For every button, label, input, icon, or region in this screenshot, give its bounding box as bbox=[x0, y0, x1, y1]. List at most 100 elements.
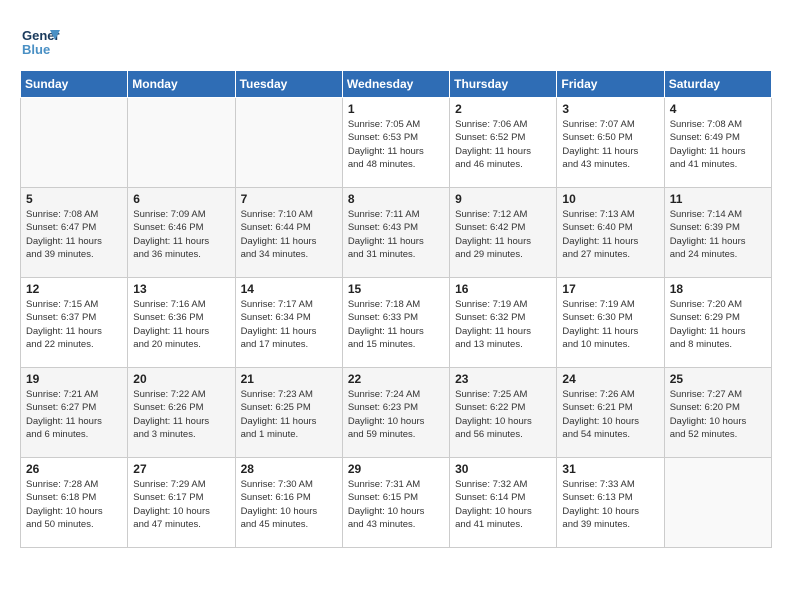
day-cell: 6 Sunrise: 7:09 AM Sunset: 6:46 PM Daylig… bbox=[128, 188, 235, 278]
day-number: 21 bbox=[241, 372, 337, 386]
day-number: 4 bbox=[670, 102, 766, 116]
day-cell bbox=[21, 98, 128, 188]
day-number: 3 bbox=[562, 102, 658, 116]
day-number: 15 bbox=[348, 282, 444, 296]
day-cell: 19 Sunrise: 7:21 AM Sunset: 6:27 PM Dayli… bbox=[21, 368, 128, 458]
day-info: Sunrise: 7:19 AM Sunset: 6:30 PM Dayligh… bbox=[562, 298, 658, 351]
day-number: 12 bbox=[26, 282, 122, 296]
day-number: 26 bbox=[26, 462, 122, 476]
day-number: 25 bbox=[670, 372, 766, 386]
day-cell: 11Sunrise: 7:14 AM Sunset: 6:39 PM Dayli… bbox=[664, 188, 771, 278]
day-number: 9 bbox=[455, 192, 551, 206]
day-info: Sunrise: 7:08 AM Sunset: 6:47 PM Dayligh… bbox=[26, 208, 122, 261]
day-number: 6 bbox=[133, 192, 229, 206]
day-info: Sunrise: 7:20 AM Sunset: 6:29 PM Dayligh… bbox=[670, 298, 766, 351]
day-info: Sunrise: 7:16 AM Sunset: 6:36 PM Dayligh… bbox=[133, 298, 229, 351]
day-number: 2 bbox=[455, 102, 551, 116]
day-number: 30 bbox=[455, 462, 551, 476]
day-cell: 24 Sunrise: 7:26 AM Sunset: 6:21 PM Dayli… bbox=[557, 368, 664, 458]
day-number: 7 bbox=[241, 192, 337, 206]
day-cell bbox=[664, 458, 771, 548]
col-header-tuesday: Tuesday bbox=[235, 71, 342, 98]
day-cell: 16Sunrise: 7:19 AM Sunset: 6:32 PM Dayli… bbox=[450, 278, 557, 368]
day-number: 19 bbox=[26, 372, 122, 386]
day-info: Sunrise: 7:32 AM Sunset: 6:14 PM Dayligh… bbox=[455, 478, 551, 531]
day-cell: 3 Sunrise: 7:07 AM Sunset: 6:50 PM Daylig… bbox=[557, 98, 664, 188]
week-row-5: 26 Sunrise: 7:28 AM Sunset: 6:18 PM Dayli… bbox=[21, 458, 772, 548]
day-number: 17 bbox=[562, 282, 658, 296]
day-info: Sunrise: 7:10 AM Sunset: 6:44 PM Dayligh… bbox=[241, 208, 337, 261]
day-info: Sunrise: 7:28 AM Sunset: 6:18 PM Dayligh… bbox=[26, 478, 122, 531]
day-cell: 15 Sunrise: 7:18 AM Sunset: 6:33 PM Dayli… bbox=[342, 278, 449, 368]
week-row-3: 12 Sunrise: 7:15 AM Sunset: 6:37 PM Dayli… bbox=[21, 278, 772, 368]
day-number: 5 bbox=[26, 192, 122, 206]
day-info: Sunrise: 7:09 AM Sunset: 6:46 PM Dayligh… bbox=[133, 208, 229, 261]
day-info: Sunrise: 7:26 AM Sunset: 6:21 PM Dayligh… bbox=[562, 388, 658, 441]
day-info: Sunrise: 7:13 AM Sunset: 6:40 PM Dayligh… bbox=[562, 208, 658, 261]
logo-icon: General Blue bbox=[20, 20, 60, 60]
day-cell: 4 Sunrise: 7:08 AM Sunset: 6:49 PM Daylig… bbox=[664, 98, 771, 188]
day-info: Sunrise: 7:08 AM Sunset: 6:49 PM Dayligh… bbox=[670, 118, 766, 171]
col-header-wednesday: Wednesday bbox=[342, 71, 449, 98]
svg-text:Blue: Blue bbox=[22, 42, 50, 57]
day-info: Sunrise: 7:18 AM Sunset: 6:33 PM Dayligh… bbox=[348, 298, 444, 351]
day-number: 10 bbox=[562, 192, 658, 206]
day-cell bbox=[235, 98, 342, 188]
day-info: Sunrise: 7:15 AM Sunset: 6:37 PM Dayligh… bbox=[26, 298, 122, 351]
day-info: Sunrise: 7:29 AM Sunset: 6:17 PM Dayligh… bbox=[133, 478, 229, 531]
day-cell: 1 Sunrise: 7:05 AM Sunset: 6:53 PM Daylig… bbox=[342, 98, 449, 188]
col-header-thursday: Thursday bbox=[450, 71, 557, 98]
day-cell: 31 Sunrise: 7:33 AM Sunset: 6:13 PM Dayli… bbox=[557, 458, 664, 548]
day-info: Sunrise: 7:33 AM Sunset: 6:13 PM Dayligh… bbox=[562, 478, 658, 531]
day-cell: 22Sunrise: 7:24 AM Sunset: 6:23 PM Dayli… bbox=[342, 368, 449, 458]
day-info: Sunrise: 7:22 AM Sunset: 6:26 PM Dayligh… bbox=[133, 388, 229, 441]
week-row-2: 5 Sunrise: 7:08 AM Sunset: 6:47 PM Daylig… bbox=[21, 188, 772, 278]
day-cell: 9Sunrise: 7:12 AM Sunset: 6:42 PM Daylig… bbox=[450, 188, 557, 278]
day-number: 20 bbox=[133, 372, 229, 386]
day-number: 27 bbox=[133, 462, 229, 476]
day-number: 24 bbox=[562, 372, 658, 386]
page-header: General Blue bbox=[20, 20, 772, 60]
week-row-4: 19 Sunrise: 7:21 AM Sunset: 6:27 PM Dayli… bbox=[21, 368, 772, 458]
day-number: 13 bbox=[133, 282, 229, 296]
day-number: 18 bbox=[670, 282, 766, 296]
day-info: Sunrise: 7:17 AM Sunset: 6:34 PM Dayligh… bbox=[241, 298, 337, 351]
day-info: Sunrise: 7:31 AM Sunset: 6:15 PM Dayligh… bbox=[348, 478, 444, 531]
col-header-sunday: Sunday bbox=[21, 71, 128, 98]
logo: General Blue bbox=[20, 20, 64, 60]
day-cell: 12 Sunrise: 7:15 AM Sunset: 6:37 PM Dayli… bbox=[21, 278, 128, 368]
day-info: Sunrise: 7:23 AM Sunset: 6:25 PM Dayligh… bbox=[241, 388, 337, 441]
day-info: Sunrise: 7:27 AM Sunset: 6:20 PM Dayligh… bbox=[670, 388, 766, 441]
day-cell: 25 Sunrise: 7:27 AM Sunset: 6:20 PM Dayli… bbox=[664, 368, 771, 458]
day-number: 16 bbox=[455, 282, 551, 296]
day-cell: 30 Sunrise: 7:32 AM Sunset: 6:14 PM Dayli… bbox=[450, 458, 557, 548]
day-info: Sunrise: 7:30 AM Sunset: 6:16 PM Dayligh… bbox=[241, 478, 337, 531]
day-number: 14 bbox=[241, 282, 337, 296]
day-number: 29 bbox=[348, 462, 444, 476]
day-cell bbox=[128, 98, 235, 188]
day-number: 31 bbox=[562, 462, 658, 476]
day-number: 8 bbox=[348, 192, 444, 206]
day-cell: 8 Sunrise: 7:11 AM Sunset: 6:43 PM Daylig… bbox=[342, 188, 449, 278]
week-row-1: 1 Sunrise: 7:05 AM Sunset: 6:53 PM Daylig… bbox=[21, 98, 772, 188]
day-info: Sunrise: 7:06 AM Sunset: 6:52 PM Dayligh… bbox=[455, 118, 551, 171]
day-cell: 7 Sunrise: 7:10 AM Sunset: 6:44 PM Daylig… bbox=[235, 188, 342, 278]
day-number: 1 bbox=[348, 102, 444, 116]
day-cell: 26 Sunrise: 7:28 AM Sunset: 6:18 PM Dayli… bbox=[21, 458, 128, 548]
day-info: Sunrise: 7:14 AM Sunset: 6:39 PM Dayligh… bbox=[670, 208, 766, 261]
day-cell: 2 Sunrise: 7:06 AM Sunset: 6:52 PM Daylig… bbox=[450, 98, 557, 188]
day-cell: 23Sunrise: 7:25 AM Sunset: 6:22 PM Dayli… bbox=[450, 368, 557, 458]
day-info: Sunrise: 7:11 AM Sunset: 6:43 PM Dayligh… bbox=[348, 208, 444, 261]
day-cell: 17 Sunrise: 7:19 AM Sunset: 6:30 PM Dayli… bbox=[557, 278, 664, 368]
day-cell: 27 Sunrise: 7:29 AM Sunset: 6:17 PM Dayli… bbox=[128, 458, 235, 548]
day-info: Sunrise: 7:21 AM Sunset: 6:27 PM Dayligh… bbox=[26, 388, 122, 441]
col-header-monday: Monday bbox=[128, 71, 235, 98]
col-header-saturday: Saturday bbox=[664, 71, 771, 98]
day-info: Sunrise: 7:05 AM Sunset: 6:53 PM Dayligh… bbox=[348, 118, 444, 171]
day-cell: 13 Sunrise: 7:16 AM Sunset: 6:36 PM Dayli… bbox=[128, 278, 235, 368]
day-info: Sunrise: 7:07 AM Sunset: 6:50 PM Dayligh… bbox=[562, 118, 658, 171]
day-cell: 28 Sunrise: 7:30 AM Sunset: 6:16 PM Dayli… bbox=[235, 458, 342, 548]
day-number: 28 bbox=[241, 462, 337, 476]
calendar-table: SundayMondayTuesdayWednesdayThursdayFrid… bbox=[20, 70, 772, 548]
day-cell: 5 Sunrise: 7:08 AM Sunset: 6:47 PM Daylig… bbox=[21, 188, 128, 278]
